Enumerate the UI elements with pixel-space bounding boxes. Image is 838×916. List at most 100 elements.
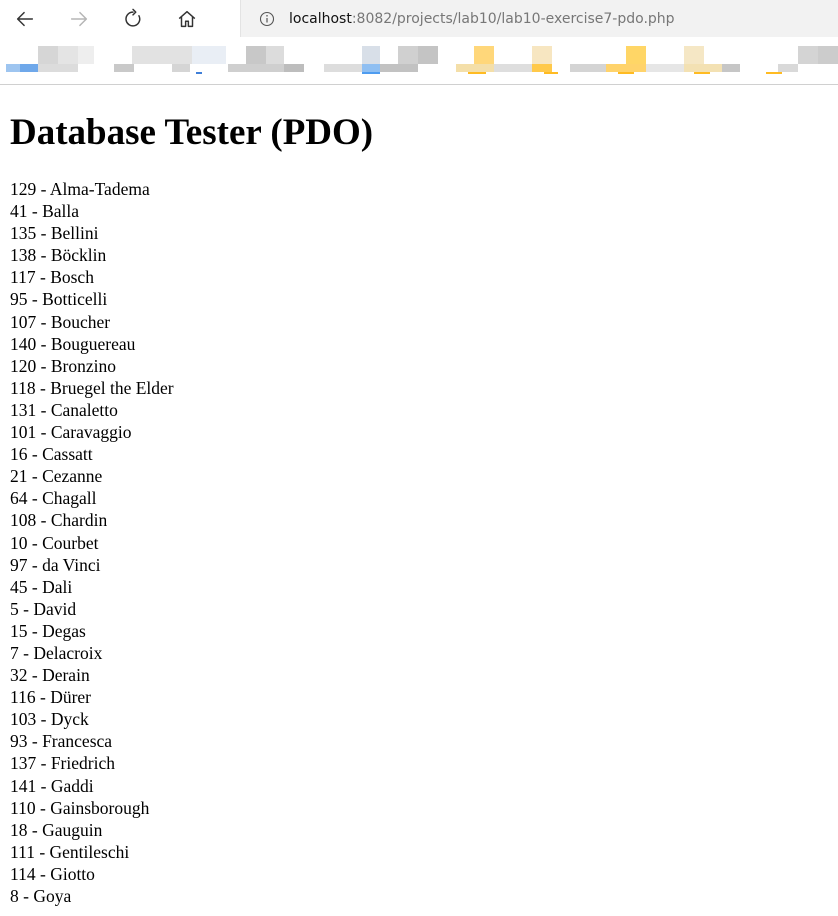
artist-line: 21 - Cezanne: [10, 465, 828, 487]
artist-name: Gauguin: [42, 819, 103, 840]
separator: -: [27, 554, 43, 575]
artist-id: 129: [10, 179, 37, 199]
artist-id: 21: [10, 466, 28, 487]
artist-name: Böcklin: [50, 245, 107, 266]
artist-name: David: [33, 598, 77, 619]
refresh-button[interactable]: [112, 0, 154, 38]
artist-line: 93 - Francesca: [10, 730, 828, 752]
artist-name: Gainsborough: [50, 797, 150, 818]
artist-line: 7 - Delacroix: [10, 642, 828, 664]
forward-button[interactable]: [58, 0, 100, 38]
artist-id: 45: [10, 576, 28, 597]
separator: -: [36, 355, 51, 376]
artist-line: 111 - Gentileschi: [10, 841, 828, 863]
separator: -: [36, 179, 50, 199]
page-title: Database Tester (PDO): [10, 112, 374, 153]
home-button[interactable]: [166, 0, 208, 38]
separator: -: [27, 620, 43, 641]
artist-id: 7: [10, 642, 19, 663]
artist-name: Friedrich: [50, 753, 115, 774]
separator: -: [27, 576, 43, 597]
artist-name: Caravaggio: [50, 422, 132, 443]
artist-id: 108: [10, 510, 37, 531]
artist-id: 32: [10, 665, 28, 686]
artist-line: 10 - Courbet: [10, 532, 828, 554]
artist-id: 110: [10, 797, 36, 818]
artist-name: Bouguereau: [50, 333, 136, 354]
url-text[interactable]: localhost:8082/projects/lab10/lab10-exer…: [289, 11, 675, 27]
artist-line: 101 - Caravaggio: [10, 421, 828, 443]
artist-name: Cezanne: [42, 466, 103, 487]
artist-id: 116: [10, 687, 36, 708]
artist-id: 93: [10, 731, 28, 752]
back-button[interactable]: [4, 0, 46, 38]
arrow-left-icon: [16, 11, 34, 27]
separator: -: [18, 598, 34, 619]
artist-line: 108 - Chardin: [10, 509, 828, 531]
artist-name: Bruegel the Elder: [50, 377, 174, 398]
artist-name: Botticelli: [42, 289, 108, 310]
artist-line: 118 - Bruegel the Elder: [10, 377, 828, 399]
artist-id: 41: [10, 201, 28, 222]
artist-line: 140 - Bouguereau: [10, 333, 828, 355]
artist-name: Giotto: [50, 863, 95, 884]
artist-id: 97: [10, 554, 28, 575]
info-icon[interactable]: [259, 11, 275, 27]
artist-name: Goya: [33, 886, 72, 906]
artist-name: Alma-Tadema: [49, 179, 150, 199]
artist-name: Cassatt: [42, 444, 93, 465]
separator: -: [36, 245, 51, 266]
address-bar[interactable]: localhost:8082/projects/lab10/lab10-exer…: [240, 0, 838, 37]
artist-id: 16: [10, 444, 28, 465]
separator: -: [36, 753, 51, 774]
artist-id: 137: [10, 753, 37, 774]
artist-name: Dali: [42, 576, 73, 597]
artist-id: 103: [10, 709, 37, 730]
separator: -: [35, 377, 51, 398]
arrow-right-icon: [70, 11, 88, 27]
artist-name: Bellini: [50, 223, 99, 244]
browser-toolbar: localhost:8082/projects/lab10/lab10-exer…: [0, 0, 838, 38]
artist-id: 135: [10, 223, 37, 244]
artist-line: 32 - Derain: [10, 664, 828, 686]
artist-line: 135 - Bellini: [10, 222, 828, 244]
artist-line: 138 - Böcklin: [10, 244, 828, 266]
separator: -: [35, 863, 51, 884]
separator: -: [18, 642, 34, 663]
artist-name: Bosch: [50, 267, 94, 288]
artist-name: Bronzino: [50, 355, 116, 376]
url-path: :8082/projects/lab10/lab10-exercise7-pdo…: [351, 10, 675, 27]
separator: -: [18, 886, 34, 906]
artist-line: 41 - Balla: [10, 200, 828, 222]
artist-id: 107: [10, 311, 37, 332]
artist-name: Chagall: [42, 488, 97, 509]
artist-line: 18 - Gauguin: [10, 819, 828, 841]
artist-id: 64: [10, 488, 28, 509]
artist-id: 138: [10, 245, 37, 266]
separator: -: [36, 399, 51, 420]
artist-line: 97 - da Vinci: [10, 554, 828, 576]
artist-line: 15 - Degas: [10, 620, 828, 642]
artist-name: Gentileschi: [49, 841, 130, 862]
artist-name: da Vinci: [42, 554, 101, 575]
artist-name: Courbet: [42, 532, 99, 553]
artist-name: Chardin: [50, 510, 108, 531]
separator: -: [35, 797, 51, 818]
artist-name: Degas: [42, 620, 86, 641]
separator: -: [27, 731, 43, 752]
artist-line: 120 - Bronzino: [10, 355, 828, 377]
refresh-icon: [125, 8, 141, 27]
artist-line: 107 - Boucher: [10, 311, 828, 333]
artist-line: 45 - Dali: [10, 576, 828, 598]
favorites-bar-blurred: [0, 38, 838, 85]
artist-id: 117: [10, 267, 36, 288]
artist-line: 16 - Cassatt: [10, 443, 828, 465]
separator: -: [27, 201, 43, 222]
artist-list: 129 - Alma-Tadema 41 - Balla 135 - Bellini…: [10, 178, 828, 907]
artist-id: 114: [10, 863, 36, 884]
separator: -: [36, 775, 51, 796]
artist-line: 95 - Botticelli: [10, 288, 828, 310]
artist-name: Derain: [42, 665, 90, 686]
artist-id: 18: [10, 819, 28, 840]
separator: -: [27, 532, 43, 553]
